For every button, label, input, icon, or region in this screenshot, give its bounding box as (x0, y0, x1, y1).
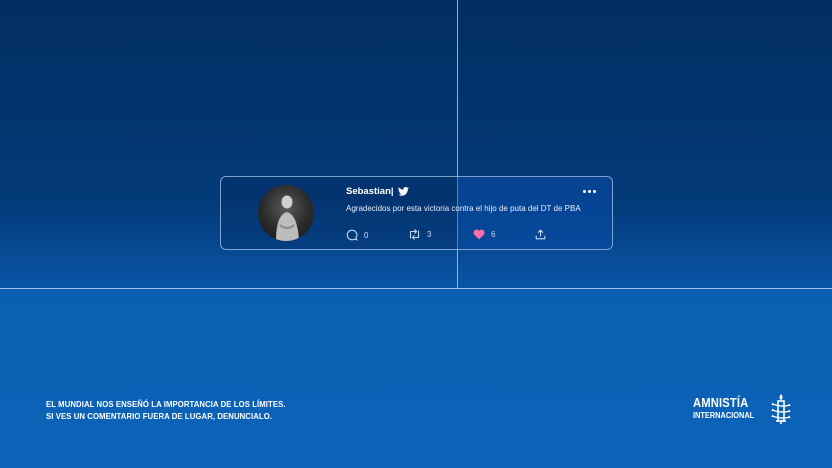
retweet-button[interactable]: 3 (408, 229, 431, 240)
tweet-card[interactable]: Sebastian| Agradecidos por esta victoria… (220, 176, 613, 250)
tweet-actions: 0 3 6 (346, 229, 556, 243)
username[interactable]: Sebastian| (346, 186, 394, 197)
reply-button[interactable]: 0 (346, 229, 368, 241)
retweet-icon (409, 229, 420, 240)
field-line-horizontal (0, 288, 832, 289)
twitter-bird-icon (397, 187, 409, 196)
logo-name-line-1: AMNISTÍA (693, 395, 749, 410)
amnesty-logo: AMNISTÍA INTERNACIONAL (693, 393, 792, 425)
slogan-line-2: SI VES UN COMENTARIO FUERA DE LUGAR, DEN… (46, 411, 273, 421)
slogan-line-1: EL MUNDIAL NOS ENSEÑÓ LA IMPORTANCIA DE … (46, 399, 286, 409)
more-options-icon[interactable] (583, 190, 596, 193)
logo-name-line-2: INTERNACIONAL (693, 410, 755, 420)
like-button[interactable]: 6 (473, 229, 495, 240)
avatar[interactable] (258, 185, 314, 241)
avatar-figure-icon (276, 195, 299, 241)
ad-canvas: Sebastian| Agradecidos por esta victoria… (0, 0, 832, 468)
reply-count: 0 (364, 230, 369, 240)
tweet-text: Agradecidos por esta victoria contra el … (346, 204, 581, 213)
retweet-count: 3 (427, 230, 432, 239)
share-icon (535, 229, 546, 240)
logo-wordmark: AMNISTÍA INTERNACIONAL (693, 395, 755, 421)
candle-barbed-wire-icon (771, 394, 791, 424)
reply-icon (346, 229, 358, 241)
like-count: 6 (491, 230, 496, 239)
heart-icon (473, 229, 485, 240)
share-button[interactable] (535, 229, 546, 240)
tweet-header: Sebastian| (346, 186, 409, 197)
campaign-slogan: EL MUNDIAL NOS ENSEÑÓ LA IMPORTANCIA DE … (46, 398, 286, 422)
